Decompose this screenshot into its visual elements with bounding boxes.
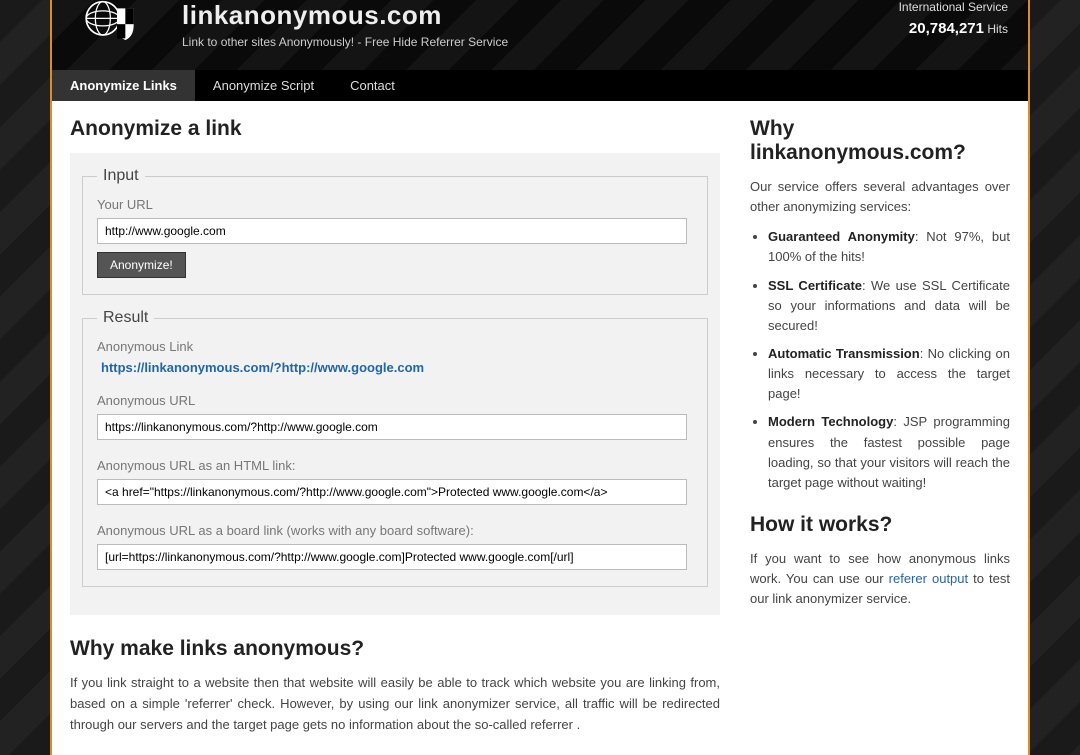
main-column: Anonymize a link Input Your URL Anonymiz…	[70, 117, 720, 735]
site-logo	[72, 0, 162, 50]
anonymize-panel: Input Your URL Anonymize! Result Anonymo…	[70, 153, 720, 615]
advantages-list: Guaranteed Anonymity: Not 97%, but 100% …	[750, 227, 1010, 493]
result-fieldset: Result Anonymous Link https://linkanonym…	[82, 309, 708, 587]
url-label: Your URL	[97, 197, 693, 212]
site-tagline: Link to other sites Anonymously! - Free …	[182, 35, 508, 49]
anon-board-label: Anonymous URL as a board link (works wit…	[97, 523, 693, 538]
main-nav: Anonymize Links Anonymize Script Contact	[52, 70, 1028, 101]
sidebar-why-intro: Our service offers several advantages ov…	[750, 177, 1010, 217]
hits-counter: 20,784,271 Hits	[899, 20, 1008, 37]
anon-url-output[interactable]	[97, 414, 687, 440]
advantage-item: SSL Certificate: We use SSL Certificate …	[768, 276, 1010, 336]
advantage-item: Modern Technology: JSP programming ensur…	[768, 412, 1010, 493]
site-title: linkanonymous.com	[182, 0, 508, 31]
input-fieldset: Input Your URL Anonymize!	[82, 167, 708, 295]
anonymize-button[interactable]: Anonymize!	[97, 252, 186, 278]
sidebar: Why linkanonymous.com? Our service offer…	[750, 117, 1010, 735]
anon-url-label: Anonymous URL	[97, 393, 693, 408]
nav-anonymize-script[interactable]: Anonymize Script	[195, 70, 332, 101]
anon-html-label: Anonymous URL as an HTML link:	[97, 458, 693, 473]
referer-output-link[interactable]: referer output	[889, 571, 968, 586]
anon-link-label: Anonymous Link	[97, 339, 693, 354]
service-label: International Service	[899, 0, 1008, 14]
page-heading: Anonymize a link	[70, 117, 720, 141]
why-text: If you link straight to a website then t…	[70, 673, 720, 735]
why-heading: Why make links anonymous?	[70, 637, 720, 661]
header: linkanonymous.com Link to other sites An…	[52, 0, 1028, 70]
nav-contact[interactable]: Contact	[332, 70, 413, 101]
advantage-item: Automatic Transmission: No clicking on l…	[768, 344, 1010, 404]
url-input[interactable]	[97, 218, 687, 244]
anon-html-output[interactable]	[97, 479, 687, 505]
input-legend: Input	[97, 167, 145, 185]
sidebar-why-heading: Why linkanonymous.com?	[750, 117, 1010, 165]
advantage-item: Guaranteed Anonymity: Not 97%, but 100% …	[768, 227, 1010, 267]
sidebar-how-text: If you want to see how anonymous links w…	[750, 549, 1010, 609]
anon-board-output[interactable]	[97, 544, 687, 570]
sidebar-how-heading: How it works?	[750, 513, 1010, 537]
result-legend: Result	[97, 309, 154, 327]
anon-link[interactable]: https://linkanonymous.com/?http://www.go…	[101, 360, 693, 375]
nav-anonymize-links[interactable]: Anonymize Links	[52, 70, 195, 101]
